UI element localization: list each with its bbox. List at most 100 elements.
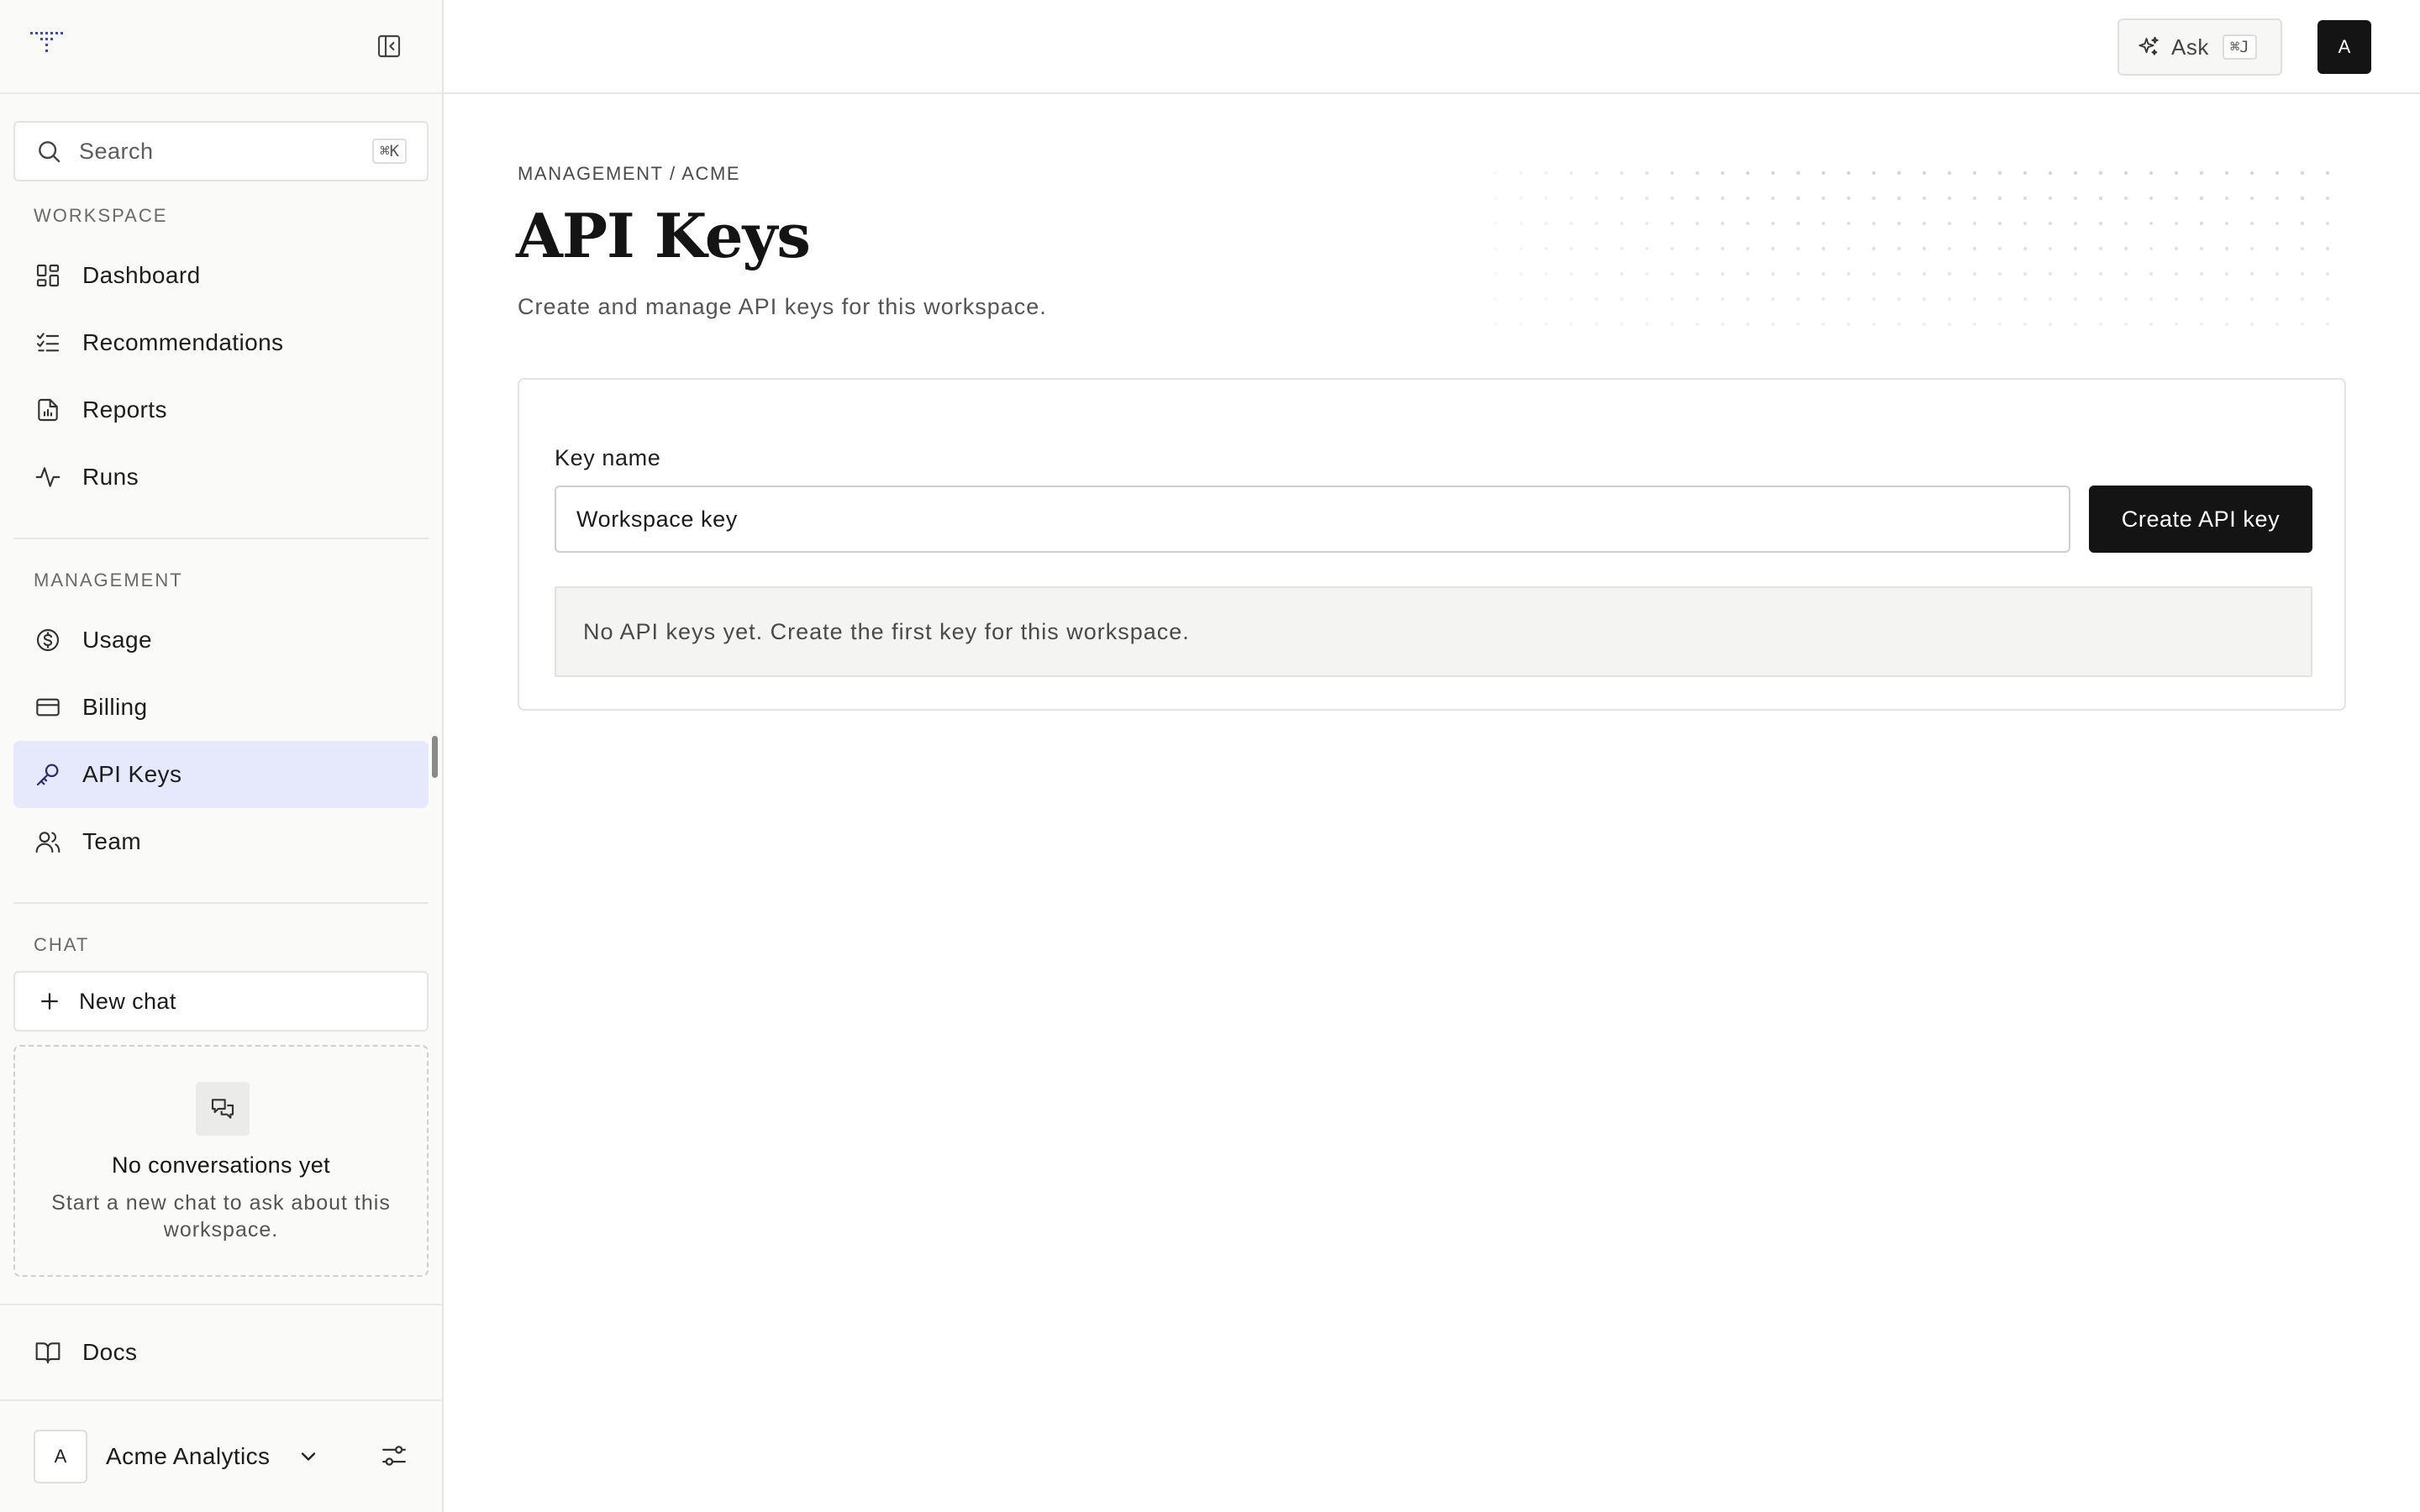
sidebar-item-runs[interactable]: Runs <box>13 444 429 511</box>
pattern-dot <box>2023 271 2028 276</box>
pattern-dot <box>1972 271 1977 276</box>
pattern-dot <box>1544 171 1549 176</box>
app-logo-icon[interactable] <box>29 30 66 57</box>
pattern-dot <box>1644 246 1649 251</box>
pattern-dot <box>1897 322 1902 327</box>
pattern-dot <box>1619 196 1624 201</box>
pattern-dot <box>1518 297 1523 302</box>
pattern-dot <box>2098 246 2103 251</box>
sidebar-item-dashboard[interactable]: Dashboard <box>13 242 429 309</box>
section-label-management: MANAGEMENT <box>34 570 183 591</box>
pattern-dot <box>1997 297 2002 302</box>
pattern-dot <box>1871 246 1876 251</box>
pattern-dot <box>1972 196 1977 201</box>
pattern-dot <box>1972 322 1977 327</box>
pattern-dot <box>1619 246 1624 251</box>
empty-keys-message: No API keys yet. Create the first key fo… <box>555 586 2312 677</box>
search-label: Search <box>79 138 154 164</box>
pattern-dot <box>1770 297 1776 302</box>
pattern-dot <box>1569 196 1574 201</box>
pattern-dot <box>1644 322 1649 327</box>
workspace-name: Acme Analytics <box>106 1443 271 1469</box>
pattern-dot <box>1518 171 1523 176</box>
workspace-switcher[interactable]: A Acme Analytics <box>34 1428 320 1485</box>
sidebar-scrollbar[interactable] <box>432 736 438 778</box>
pattern-dot <box>1569 297 1574 302</box>
pattern-dot <box>1544 271 1549 276</box>
pattern-dot <box>2249 271 2254 276</box>
pattern-dot <box>2199 271 2204 276</box>
pattern-dot <box>1897 271 1902 276</box>
pattern-dot <box>1821 196 1826 201</box>
ask-button[interactable]: Ask ⌘J <box>2118 18 2282 76</box>
pattern-dot <box>2224 246 2229 251</box>
collapse-sidebar-icon[interactable] <box>375 32 403 60</box>
pattern-dot <box>2249 246 2254 251</box>
pattern-dot <box>1972 221 1977 226</box>
empty-chat-title: No conversations yet <box>111 1152 331 1178</box>
sidebar-item-label: Billing <box>82 694 148 720</box>
pattern-dot <box>1897 246 1902 251</box>
pattern-dot <box>1720 221 1725 226</box>
sidebar-item-label: Dashboard <box>82 262 201 288</box>
sidebar-divider <box>0 92 442 94</box>
pattern-dot <box>1695 196 1700 201</box>
section-label-chat: CHAT <box>34 934 90 955</box>
pattern-dot <box>1619 221 1624 226</box>
ask-shortcut: ⌘J <box>2222 34 2257 60</box>
pattern-dot <box>1997 271 2002 276</box>
create-key-card: Key name Create API key No API keys yet.… <box>518 378 2346 711</box>
pattern-dot <box>1846 297 1851 302</box>
pattern-dot <box>1670 297 1675 302</box>
settings-sliders-icon[interactable] <box>380 1441 410 1472</box>
user-avatar[interactable]: A <box>2317 20 2371 74</box>
pattern-dot <box>2224 297 2229 302</box>
pattern-dot <box>2174 196 2179 201</box>
pattern-dot <box>1997 221 2002 226</box>
pattern-dot <box>1594 271 1599 276</box>
sidebar-item-usage[interactable]: Usage <box>13 606 429 674</box>
pattern-dot <box>1619 297 1624 302</box>
pattern-dot <box>2149 196 2154 201</box>
pattern-dot <box>2098 171 2103 176</box>
pattern-dot <box>2073 196 2078 201</box>
pattern-dot <box>1947 221 1952 226</box>
empty-chat-description: Start a new chat to ask about this works… <box>51 1191 391 1242</box>
sidebar-item-label: API Keys <box>82 761 182 787</box>
pattern-dot <box>2199 221 2204 226</box>
pattern-dot <box>1922 322 1927 327</box>
sidebar-item-billing[interactable]: Billing <box>13 674 429 741</box>
pattern-dot <box>1997 171 2002 176</box>
pattern-dot <box>1518 322 1523 327</box>
pattern-dot <box>1695 246 1700 251</box>
sidebar-item-reports[interactable]: Reports <box>13 376 429 444</box>
pattern-dot <box>2199 196 2204 201</box>
pattern-dot <box>1871 297 1876 302</box>
pattern-dot <box>1821 171 1826 176</box>
pattern-dot <box>1745 271 1750 276</box>
pattern-dot <box>2073 297 2078 302</box>
new-chat-button[interactable]: New chat <box>13 971 429 1032</box>
sidebar-item-api-keys[interactable]: API Keys <box>13 741 429 808</box>
file-chart-icon <box>34 396 62 424</box>
dollar-circle-icon <box>34 626 62 654</box>
pattern-dot <box>1644 171 1649 176</box>
pattern-dot <box>1972 297 1977 302</box>
key-name-input[interactable] <box>555 486 2070 553</box>
pattern-dot <box>2300 171 2305 176</box>
pattern-dot <box>1493 171 1498 176</box>
sidebar-item-docs[interactable]: Docs <box>13 1319 429 1386</box>
pattern-dot <box>1997 246 2002 251</box>
pattern-dot <box>1922 246 1927 251</box>
key-name-label: Key name <box>555 445 661 470</box>
sidebar-item-recommendations[interactable]: Recommendations <box>13 309 429 376</box>
pattern-dot <box>1745 221 1750 226</box>
create-api-key-button[interactable]: Create API key <box>2089 486 2312 553</box>
pattern-dot <box>1770 322 1776 327</box>
pattern-dot <box>1644 196 1649 201</box>
sidebar-item-team[interactable]: Team <box>13 808 429 875</box>
pattern-dot <box>2300 322 2305 327</box>
search-input[interactable]: Search ⌘K <box>13 121 429 181</box>
pattern-dot <box>1544 297 1549 302</box>
ask-label: Ask <box>2171 34 2209 60</box>
